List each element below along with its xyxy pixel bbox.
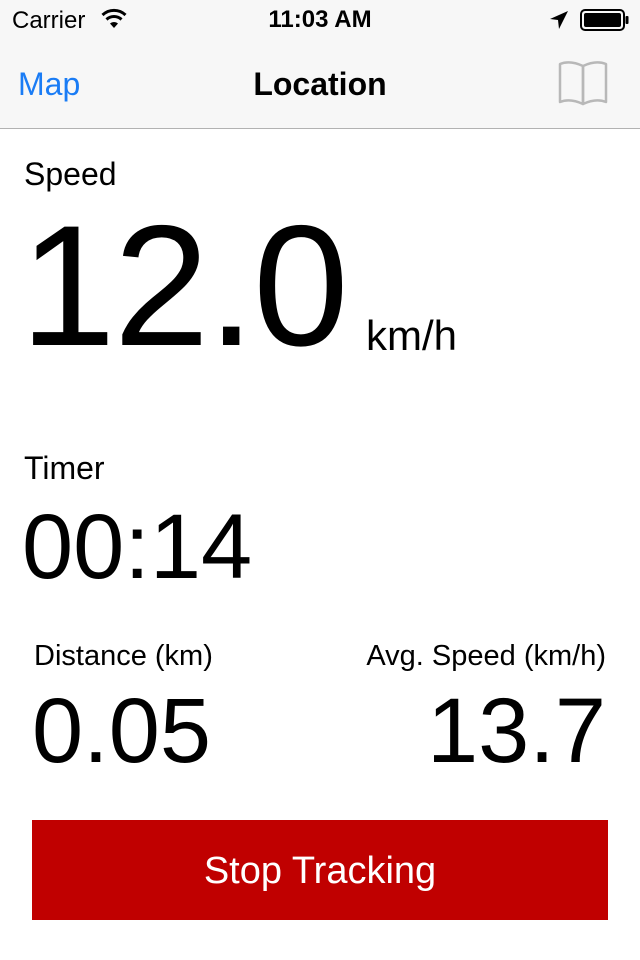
battery-icon bbox=[580, 9, 630, 31]
distance-label: Distance (km) bbox=[34, 640, 213, 672]
page-title: Location bbox=[253, 66, 387, 102]
timer-label: Timer bbox=[24, 450, 105, 486]
timer-value: 00:14 bbox=[22, 496, 253, 598]
navigation-bar: Map Location bbox=[0, 40, 640, 129]
distance-value: 0.05 bbox=[32, 680, 212, 782]
speed-label: Speed bbox=[24, 156, 117, 192]
book-icon[interactable] bbox=[556, 58, 610, 108]
stop-tracking-button[interactable]: Stop Tracking bbox=[32, 820, 608, 920]
screen: Carrier 11:03 AM Map Location Speed 12.0… bbox=[0, 0, 640, 960]
location-arrow-icon bbox=[548, 9, 570, 31]
avg-speed-label: Avg. Speed (km/h) bbox=[366, 640, 606, 672]
speed-unit: km/h bbox=[366, 312, 458, 359]
avg-speed-value: 13.7 bbox=[426, 680, 606, 782]
status-time: 11:03 AM bbox=[268, 6, 372, 33]
status-bar: Carrier 11:03 AM bbox=[0, 0, 640, 40]
speed-value: 12.0 bbox=[20, 190, 349, 382]
